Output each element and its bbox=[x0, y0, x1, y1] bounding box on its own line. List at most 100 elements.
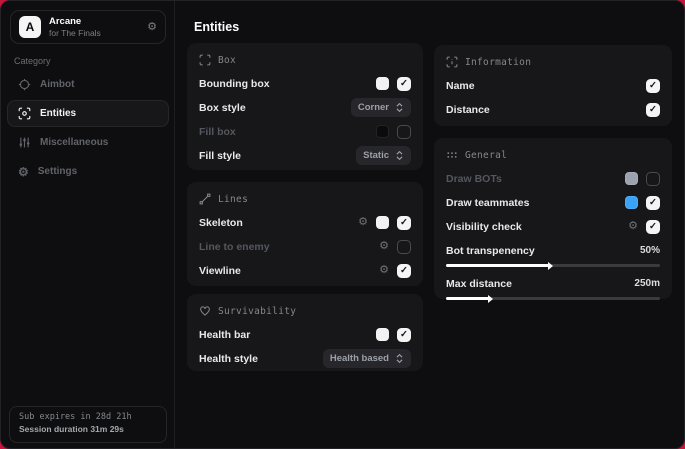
slider-label: Bot transpenency bbox=[446, 245, 535, 257]
checkbox[interactable] bbox=[397, 125, 411, 139]
crosshair-icon bbox=[18, 78, 31, 91]
lines-section-card: Lines Skeleton ⚙ Line to enemy ⚙ Viewlin… bbox=[187, 182, 423, 286]
box-brackets-icon bbox=[199, 54, 211, 66]
app-header-card: A Arcane for The Finals ⚙ bbox=[10, 10, 166, 44]
setting-row-draw-teammates: Draw teammates bbox=[446, 195, 660, 210]
app-subtitle: for The Finals bbox=[49, 28, 139, 38]
diagonal-line-icon bbox=[199, 193, 211, 205]
setting-label: Health style bbox=[199, 353, 258, 365]
gear-icon[interactable]: ⚙ bbox=[379, 241, 389, 252]
box-style-dropdown[interactable]: Corner bbox=[351, 98, 411, 117]
setting-label: Health bar bbox=[199, 329, 250, 341]
chevrons-up-down-icon bbox=[395, 102, 404, 113]
setting-row-health-bar: Health bar bbox=[199, 327, 411, 342]
app-title: Arcane bbox=[49, 16, 139, 27]
lines-section-header: Lines bbox=[199, 192, 411, 206]
subscription-card: Sub expires in 28d 21h Session duration … bbox=[9, 406, 167, 443]
slider-fill bbox=[446, 264, 549, 267]
main-panel: Entities Box Bounding box Box style Corn… bbox=[176, 1, 684, 448]
information-section-card: Information Name Distance bbox=[434, 45, 672, 126]
general-section-header: General bbox=[446, 148, 660, 162]
health-style-dropdown[interactable]: Health based bbox=[323, 349, 411, 368]
color-swatch[interactable] bbox=[376, 125, 389, 138]
app-window: A Arcane for The Finals ⚙ Category Aimbo… bbox=[0, 0, 685, 449]
section-title: Information bbox=[465, 57, 531, 68]
sliders-icon bbox=[18, 136, 31, 149]
section-title: Lines bbox=[218, 194, 248, 205]
gear-icon[interactable]: ⚙ bbox=[147, 22, 157, 33]
max-distance-slider[interactable] bbox=[446, 297, 660, 300]
setting-label: Skeleton bbox=[199, 217, 243, 229]
checkbox[interactable] bbox=[646, 196, 660, 210]
setting-label: Name bbox=[446, 80, 475, 92]
max-distance-slider-group: Max distance 250m bbox=[446, 276, 660, 300]
heart-icon bbox=[199, 305, 211, 317]
sidebar-item-label: Settings bbox=[38, 166, 77, 177]
setting-row-name: Name bbox=[446, 78, 660, 93]
setting-row-fill-style: Fill style Static bbox=[199, 148, 411, 163]
app-logo: A bbox=[19, 16, 41, 38]
checkbox[interactable] bbox=[646, 103, 660, 117]
checkbox[interactable] bbox=[646, 220, 660, 234]
setting-label: Line to enemy bbox=[199, 241, 270, 253]
gear-icon: ⚙ bbox=[18, 166, 29, 178]
fill-style-dropdown[interactable]: Static bbox=[356, 146, 411, 165]
sidebar-nav: Aimbot Entities Miscellaneous ⚙ Settings bbox=[7, 71, 169, 185]
setting-row-visibility-check: Visibility check ⚙ bbox=[446, 219, 660, 234]
slider-fill bbox=[446, 297, 489, 300]
slider-value: 250m bbox=[634, 278, 660, 289]
color-swatch[interactable] bbox=[376, 216, 389, 229]
grid-dots-icon bbox=[446, 149, 458, 161]
gear-icon[interactable]: ⚙ bbox=[358, 217, 368, 228]
setting-label: Viewline bbox=[199, 265, 241, 277]
sidebar-item-aimbot[interactable]: Aimbot bbox=[7, 71, 169, 98]
dropdown-value: Corner bbox=[358, 102, 389, 113]
checkbox[interactable] bbox=[397, 328, 411, 342]
setting-row-bounding-box: Bounding box bbox=[199, 76, 411, 91]
checkbox[interactable] bbox=[397, 216, 411, 230]
setting-label: Box style bbox=[199, 102, 246, 114]
sidebar-item-label: Entities bbox=[40, 108, 76, 119]
checkbox[interactable] bbox=[397, 264, 411, 278]
checkbox[interactable] bbox=[646, 79, 660, 93]
color-swatch[interactable] bbox=[376, 328, 389, 341]
section-title: Box bbox=[218, 55, 236, 66]
session-duration-text: Session duration 31m 29s bbox=[19, 424, 157, 434]
sidebar-item-settings[interactable]: ⚙ Settings bbox=[7, 158, 169, 185]
dropdown-value: Health based bbox=[330, 353, 389, 364]
scan-eye-icon bbox=[18, 107, 31, 120]
color-swatch[interactable] bbox=[625, 172, 638, 185]
sidebar-item-miscellaneous[interactable]: Miscellaneous bbox=[7, 129, 169, 156]
checkbox[interactable] bbox=[397, 77, 411, 91]
gear-icon[interactable]: ⚙ bbox=[628, 221, 638, 232]
setting-row-draw-bots: Draw BOTs bbox=[446, 171, 660, 186]
setting-row-distance: Distance bbox=[446, 102, 660, 117]
setting-label: Fill box bbox=[199, 126, 236, 138]
gear-icon[interactable]: ⚙ bbox=[379, 265, 389, 276]
chevrons-up-down-icon bbox=[395, 353, 404, 364]
setting-label: Draw BOTs bbox=[446, 173, 502, 185]
setting-row-skeleton: Skeleton ⚙ bbox=[199, 215, 411, 230]
dropdown-value: Static bbox=[363, 150, 389, 161]
setting-row-line-to-enemy: Line to enemy ⚙ bbox=[199, 239, 411, 254]
section-title: Survivability bbox=[218, 306, 296, 317]
general-section-card: General Draw BOTs Draw teammates Visibil… bbox=[434, 138, 672, 299]
sidebar-item-entities[interactable]: Entities bbox=[7, 100, 169, 127]
slider-value: 50% bbox=[640, 245, 660, 256]
checkbox[interactable] bbox=[397, 240, 411, 254]
color-swatch[interactable] bbox=[376, 77, 389, 90]
checkbox[interactable] bbox=[646, 172, 660, 186]
app-meta: Arcane for The Finals bbox=[49, 16, 139, 38]
bot-transparency-slider[interactable] bbox=[446, 264, 660, 267]
box-section-header: Box bbox=[199, 53, 411, 67]
color-swatch[interactable] bbox=[625, 196, 638, 209]
information-section-header: Information bbox=[446, 55, 660, 69]
setting-row-box-style: Box style Corner bbox=[199, 100, 411, 115]
info-scan-icon bbox=[446, 56, 458, 68]
slider-label: Max distance bbox=[446, 278, 512, 290]
sidebar: A Arcane for The Finals ⚙ Category Aimbo… bbox=[1, 1, 175, 448]
box-section-card: Box Bounding box Box style Corner Fill b… bbox=[187, 43, 423, 170]
chevrons-up-down-icon bbox=[395, 150, 404, 161]
sidebar-item-label: Miscellaneous bbox=[40, 137, 108, 148]
setting-row-health-style: Health style Health based bbox=[199, 351, 411, 366]
